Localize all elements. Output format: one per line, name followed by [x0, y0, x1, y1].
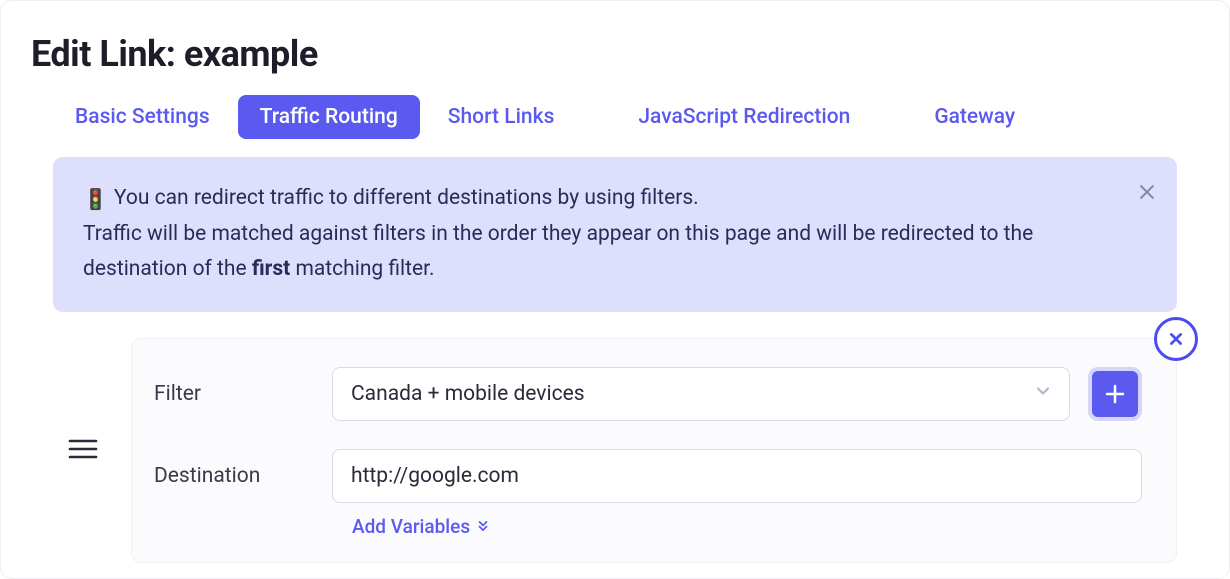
tab-short-links[interactable]: Short Links: [426, 95, 577, 139]
alert-close-button[interactable]: [1137, 179, 1157, 215]
chevron-down-icon: [1033, 381, 1053, 407]
tab-gateway[interactable]: Gateway: [912, 95, 1037, 139]
alert-line-2: Traffic will be matched against filters …: [83, 217, 1125, 288]
remove-filter-button[interactable]: [1154, 317, 1198, 361]
info-alert: 🚦You can redirect traffic to different d…: [53, 157, 1177, 312]
double-chevron-down-icon: [476, 515, 490, 538]
tab-traffic-routing[interactable]: Traffic Routing: [238, 95, 420, 139]
traffic-light-icon: 🚦: [83, 187, 108, 211]
filter-label: Filter: [154, 382, 314, 406]
drag-handle-icon[interactable]: [68, 437, 98, 465]
filter-select[interactable]: Canada + mobile devices: [332, 367, 1070, 421]
filter-select-value: Canada + mobile devices: [351, 382, 585, 406]
tab-bar: Basic Settings Traffic Routing Short Lin…: [1, 95, 1229, 157]
page-title: Edit Link: example: [1, 1, 1229, 95]
add-variables-link[interactable]: Add Variables: [352, 515, 490, 538]
filter-card: Filter Canada + mobile devices Destinati…: [131, 338, 1177, 563]
tab-js-redirection[interactable]: JavaScript Redirection: [616, 95, 872, 139]
edit-link-page: Edit Link: example Basic Settings Traffi…: [0, 0, 1230, 579]
filter-row: Filter Canada + mobile devices: [154, 367, 1142, 421]
destination-row: Destination: [154, 449, 1142, 503]
destination-label: Destination: [154, 464, 314, 488]
destination-input[interactable]: [332, 449, 1142, 503]
tab-basic-settings[interactable]: Basic Settings: [53, 95, 232, 139]
add-filter-button[interactable]: [1088, 367, 1142, 421]
alert-line-1: 🚦You can redirect traffic to different d…: [83, 181, 1125, 217]
